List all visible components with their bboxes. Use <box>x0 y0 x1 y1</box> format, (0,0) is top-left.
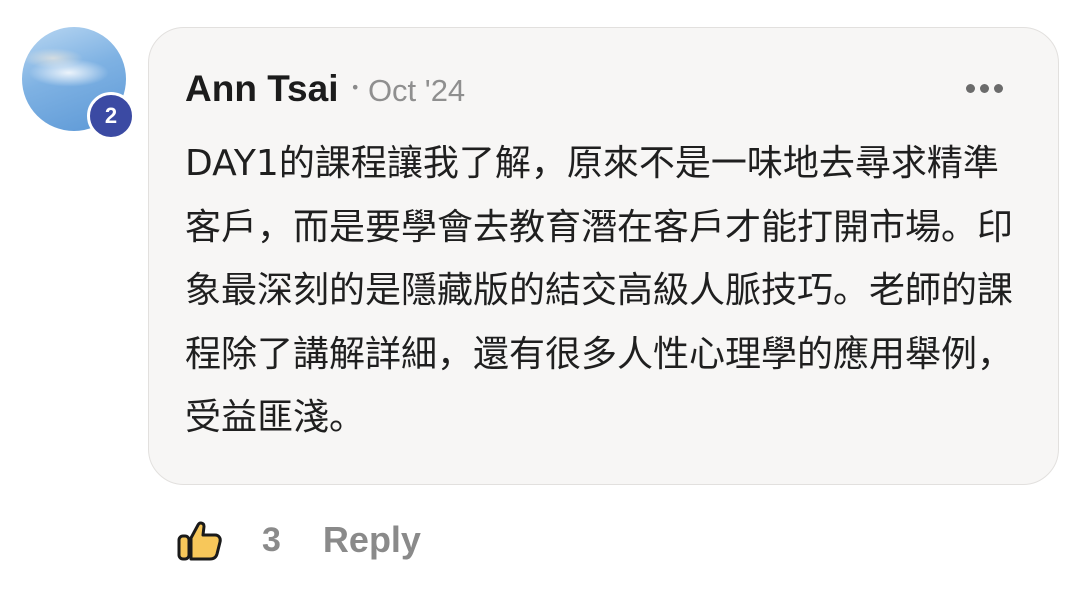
comment-date[interactable]: Oct '24 <box>368 73 465 109</box>
meta-separator: • <box>350 78 360 97</box>
author-name[interactable]: Ann Tsai <box>185 68 339 110</box>
comment-header: Ann Tsai • Oct '24 <box>185 68 465 110</box>
reply-button[interactable]: Reply <box>323 519 421 561</box>
dot <box>966 84 975 93</box>
avatar-badge: 2 <box>87 92 135 140</box>
like-count: 3 <box>262 520 281 559</box>
more-options-icon[interactable] <box>966 84 1003 93</box>
comment-body: DAY1的課程讓我了解，原來不是一味地去尋求精準客戶，而是要學會去教育潛在客戶才… <box>185 143 1014 438</box>
dot <box>980 84 989 93</box>
comment: 2 Ann Tsai • Oct '24 DAY1的課程讓我了解，原來不是一味地… <box>0 0 1080 591</box>
dot <box>994 84 1003 93</box>
comment-bubble: Ann Tsai • Oct '24 DAY1的課程讓我了解，原來不是一味地去尋… <box>148 27 1059 485</box>
comment-actions: 3 Reply <box>176 514 421 566</box>
thumbs-up-icon[interactable] <box>176 516 224 564</box>
